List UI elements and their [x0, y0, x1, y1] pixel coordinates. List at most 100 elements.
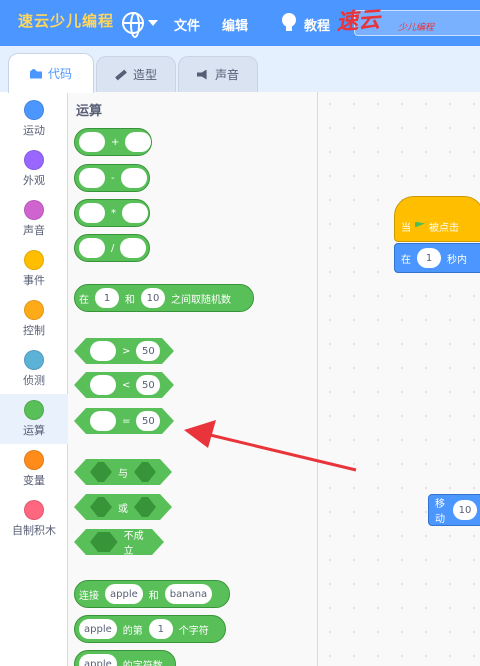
glide-block[interactable]: 在 1 秒内	[394, 243, 480, 273]
code-icon	[29, 68, 42, 79]
tab-sounds[interactable]: 声音	[178, 56, 258, 92]
category-variables[interactable]: 变量	[0, 444, 68, 494]
category-my-blocks-dot	[24, 500, 44, 520]
category-label: 变量	[23, 474, 45, 487]
category-my-blocks[interactable]: 自制积木	[0, 494, 68, 544]
length-suffix: 的字符数	[122, 660, 163, 666]
operand-slot[interactable]: 50	[136, 411, 160, 431]
random-from-slot[interactable]: 1	[95, 288, 119, 308]
not-block[interactable]: 不成立	[74, 529, 164, 555]
join-a-slot[interactable]: apple	[105, 584, 143, 604]
category-looks-dot	[24, 150, 44, 170]
multiply-block[interactable]: *	[74, 199, 150, 227]
menu-edit[interactable]: 编辑	[222, 15, 248, 34]
subtract-block[interactable]: -	[74, 164, 150, 192]
random-block[interactable]: 在 1 和 10 之间取随机数	[74, 284, 254, 312]
operator-symbol: +	[111, 136, 120, 148]
category-control[interactable]: 控制	[0, 294, 68, 344]
category-label: 声音	[23, 224, 45, 237]
operand-slot[interactable]	[79, 132, 105, 152]
menu-file[interactable]: 文件	[174, 15, 200, 34]
join-block[interactable]: 连接 apple 和 banana	[74, 580, 230, 608]
logic-not-label: 不成立	[123, 531, 144, 557]
menu-tutorials[interactable]: 教程	[304, 15, 330, 34]
length-string-slot[interactable]: apple	[79, 654, 117, 666]
script-workspace[interactable]	[318, 92, 480, 666]
operator-symbol: -	[111, 172, 115, 184]
lightbulb-icon	[282, 13, 296, 31]
speaker-icon	[196, 69, 207, 80]
tab-costumes-label: 造型	[132, 68, 157, 82]
category-looks[interactable]: 外观	[0, 144, 68, 194]
globe-icon[interactable]	[122, 12, 144, 38]
operand-slot[interactable]	[90, 375, 116, 395]
join-and: 和	[148, 590, 159, 602]
and-block[interactable]: 与	[74, 459, 172, 485]
letter-of-label: 的第	[122, 625, 143, 637]
category-events[interactable]: 事件	[0, 244, 68, 294]
category-events-dot	[24, 250, 44, 270]
add-block[interactable]: +	[74, 128, 152, 156]
glide-seconds-slot[interactable]: 1	[417, 248, 441, 268]
operand-slot[interactable]	[79, 168, 105, 188]
boolean-slot[interactable]	[134, 462, 156, 482]
move-steps-slot[interactable]: 10	[453, 500, 477, 520]
category-operators[interactable]: 运算	[0, 394, 68, 444]
length-of-block[interactable]: apple 的字符数	[74, 650, 176, 666]
chevron-down-icon[interactable]	[148, 20, 158, 26]
operand-slot[interactable]	[120, 168, 147, 188]
app-logo[interactable]: 速云少儿编程	[18, 10, 114, 31]
letter-string-slot[interactable]: apple	[79, 619, 117, 639]
operand-slot[interactable]: 50	[136, 341, 160, 361]
operand-slot[interactable]	[90, 341, 116, 361]
random-and: 和	[125, 294, 135, 306]
logic-or-label: 或	[118, 503, 128, 515]
join-b-slot[interactable]: banana	[164, 584, 213, 604]
category-variables-dot	[24, 450, 44, 470]
operator-symbol: =	[122, 415, 131, 427]
operand-slot[interactable]	[90, 411, 116, 431]
operand-slot[interactable]	[79, 203, 105, 223]
operand-slot[interactable]	[125, 132, 152, 152]
category-label: 事件	[23, 274, 45, 287]
tab-code[interactable]: 代码	[8, 53, 94, 93]
tab-costumes[interactable]: 造型	[96, 56, 176, 92]
when-flag-clicked-block[interactable]: 当 被点击	[394, 196, 480, 242]
letter-suffix: 个字符	[178, 625, 209, 637]
operand-slot[interactable]	[120, 238, 147, 258]
boolean-slot[interactable]	[90, 462, 112, 482]
category-sensing[interactable]: 侦测	[0, 344, 68, 394]
category-motion[interactable]: 运动	[0, 94, 68, 144]
greater-than-block[interactable]: > 50	[74, 338, 174, 364]
move-steps-block[interactable]: 移动 10	[428, 494, 480, 526]
equals-block[interactable]: = 50	[74, 408, 174, 434]
random-to-slot[interactable]: 10	[141, 288, 165, 308]
hat-prefix: 当	[401, 223, 411, 234]
less-than-block[interactable]: < 50	[74, 372, 174, 398]
random-prefix: 在	[79, 294, 89, 306]
operand-slot[interactable]	[79, 238, 105, 258]
or-block[interactable]: 或	[74, 494, 172, 520]
letter-of-block[interactable]: apple 的第 1 个字符	[74, 615, 226, 643]
category-label: 运动	[23, 124, 45, 137]
operator-symbol: <	[122, 379, 131, 391]
operand-slot[interactable]	[122, 203, 148, 223]
hat-suffix: 被点击	[429, 223, 459, 234]
join-label: 连接	[79, 590, 99, 602]
category-menu: 运动 外观 声音 事件 控制 侦测 运算 变量 自制积木	[0, 92, 68, 666]
divide-block[interactable]: /	[74, 234, 150, 262]
letter-index-slot[interactable]: 1	[148, 619, 173, 639]
boolean-slot[interactable]	[90, 532, 118, 552]
category-label: 外观	[23, 174, 45, 187]
move-label: 移动	[435, 499, 445, 525]
category-sensing-dot	[24, 350, 44, 370]
operand-slot[interactable]: 50	[136, 375, 160, 395]
block-palette: 运算 + - * / 在 1 和 10 之间取随机数 > 50 < 50 = 5…	[68, 92, 318, 666]
category-sound[interactable]: 声音	[0, 194, 68, 244]
watermark-subtitle: 少儿编程	[398, 23, 435, 33]
boolean-slot[interactable]	[90, 497, 112, 517]
boolean-slot[interactable]	[134, 497, 156, 517]
operator-symbol: /	[111, 242, 115, 254]
logic-and-label: 与	[118, 468, 128, 480]
annotation-arrow-icon	[184, 420, 357, 472]
